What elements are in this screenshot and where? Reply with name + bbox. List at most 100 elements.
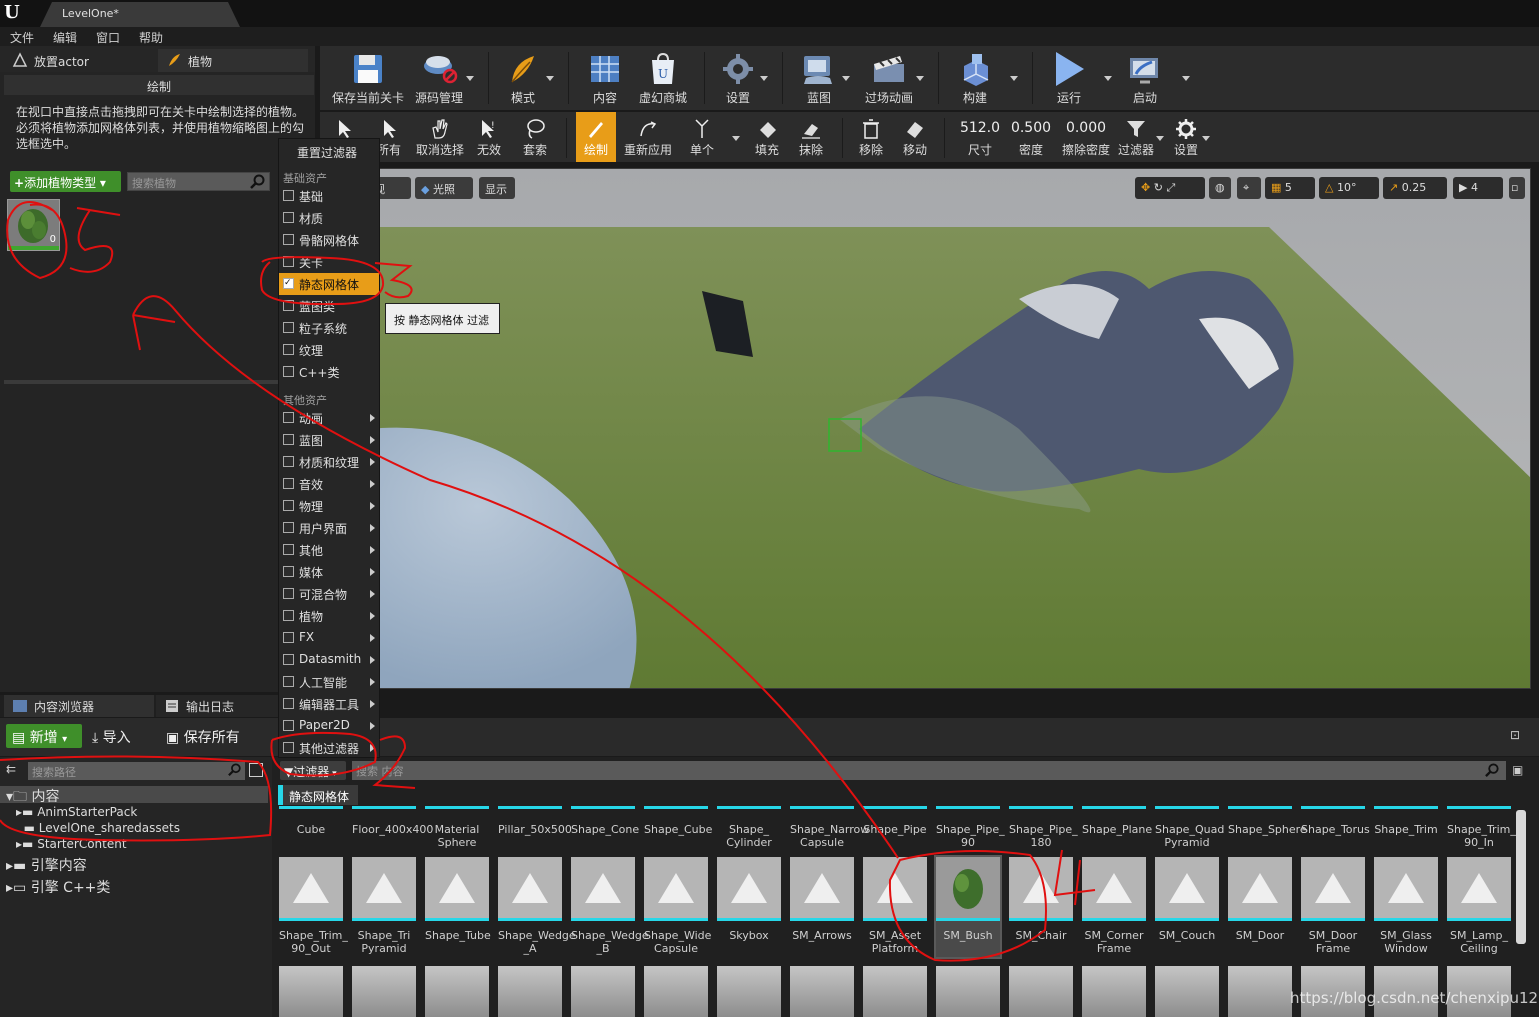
content-search-input[interactable]: 搜索 内容 xyxy=(352,761,1506,780)
filter-item-other[interactable]: 音效 xyxy=(279,473,379,495)
modes-dropdown-icon[interactable] xyxy=(546,76,554,81)
deselect-button[interactable]: 取消选择 xyxy=(414,112,466,162)
checkbox-icon[interactable] xyxy=(283,190,294,201)
checkbox-icon[interactable] xyxy=(283,610,294,621)
filter-item-basic[interactable]: 纹理 xyxy=(279,339,379,361)
filter-item-other[interactable]: FX xyxy=(279,627,379,649)
checkbox-icon[interactable] xyxy=(283,654,294,665)
checkbox-icon[interactable] xyxy=(283,322,294,333)
show-button[interactable]: 显示 xyxy=(479,177,515,199)
world-local-button[interactable]: ◍ xyxy=(1209,177,1231,199)
asset-tile[interactable]: Shape_Trim_ 90_Out xyxy=(279,857,348,957)
asset-tile[interactable]: Shape_Wedge _A xyxy=(498,857,576,957)
filter-item-other[interactable]: 可混合物 xyxy=(279,583,379,605)
asset-tile[interactable]: SM_Couch xyxy=(1155,857,1219,957)
menu-edit[interactable]: 编辑 xyxy=(53,27,88,46)
asset-thumbnail[interactable] xyxy=(1082,966,1146,1017)
filter-item-other[interactable]: 媒体 xyxy=(279,561,379,583)
import-button[interactable]: ⤓ 导入 xyxy=(92,727,131,747)
filter-item-other[interactable]: 其他过滤器 xyxy=(279,737,379,759)
move-button[interactable]: 移动 xyxy=(898,112,932,162)
tree-item-engine-cpp[interactable]: ▸▭ 引擎 C++类 xyxy=(0,877,110,896)
asset-thumbnail[interactable] xyxy=(936,966,1000,1017)
asset-thumbnail[interactable] xyxy=(498,966,562,1017)
filter-item-other[interactable]: 蓝图 xyxy=(279,429,379,451)
asset-tile[interactable]: Shape_Trim_ 90_In xyxy=(1447,806,1516,849)
add-collection-icon[interactable] xyxy=(249,763,263,777)
single-dropdown-icon[interactable] xyxy=(732,136,740,141)
asset-tile[interactable]: SM_Corner Frame xyxy=(1082,857,1146,957)
lit-button[interactable]: ◆ 光照 xyxy=(415,177,473,199)
tree-item-startercontent[interactable]: ▸▬ StarterContent xyxy=(0,837,127,853)
asset-tile[interactable]: Shape_Pipe xyxy=(863,806,927,836)
asset-tile[interactable]: Shape_Wide Capsule xyxy=(644,857,711,957)
tab-place-actor[interactable]: 放置actor xyxy=(4,49,154,72)
asset-thumbnail[interactable] xyxy=(1228,966,1292,1017)
filter-item-basic[interactable]: 粒子系统 xyxy=(279,317,379,339)
asset-tile[interactable]: Shape_ Cylinder xyxy=(717,806,781,849)
foliage-search-input[interactable]: 搜索植物 xyxy=(127,172,270,191)
asset-tile[interactable]: Shape_Pipe_ 180 xyxy=(1009,806,1078,849)
asset-thumbnail[interactable] xyxy=(717,966,781,1017)
settings-button[interactable]: 设置 xyxy=(714,46,762,110)
asset-tile[interactable]: Material Sphere xyxy=(425,806,489,849)
source-control-button[interactable]: 源码管理 xyxy=(410,46,468,110)
menu-window[interactable]: 窗口 xyxy=(96,27,131,46)
asset-tile[interactable]: Shape_Plane xyxy=(1082,806,1152,836)
build-button[interactable]: 构建 xyxy=(948,46,1002,110)
asset-thumbnail[interactable] xyxy=(644,966,708,1017)
filter-dropdown-icon[interactable] xyxy=(1156,136,1164,141)
settings-dropdown-icon[interactable] xyxy=(1202,136,1210,141)
asset-thumbnail[interactable] xyxy=(279,966,343,1017)
checkbox-icon[interactable] xyxy=(283,412,294,423)
paint-tool-button[interactable]: 绘制 xyxy=(576,112,616,162)
filter-item-basic[interactable]: 关卡 xyxy=(279,251,379,273)
blueprints-dropdown-icon[interactable] xyxy=(842,76,850,81)
checkbox-icon[interactable] xyxy=(283,588,294,599)
checkbox-icon[interactable] xyxy=(283,478,294,489)
play-button[interactable]: 运行 xyxy=(1042,46,1096,110)
filter-item-other[interactable]: 动画 xyxy=(279,407,379,429)
checkbox-icon[interactable] xyxy=(283,676,294,687)
source-control-dropdown-icon[interactable] xyxy=(466,76,474,81)
filter-item-other[interactable]: 物理 xyxy=(279,495,379,517)
scale-snap[interactable]: ↗ 0.25 xyxy=(1383,177,1447,199)
filter-item-other[interactable]: Paper2D xyxy=(279,715,379,737)
asset-tile[interactable]: Shape_Narrow Capsule xyxy=(790,806,869,849)
asset-tile[interactable]: Shape_Tri Pyramid xyxy=(352,857,416,957)
asset-tile[interactable]: SM_Door xyxy=(1228,857,1292,957)
asset-thumbnail[interactable] xyxy=(790,966,854,1017)
asset-thumbnail[interactable] xyxy=(863,966,927,1017)
checkbox-icon[interactable] xyxy=(283,256,294,267)
asset-thumbnail[interactable] xyxy=(352,966,416,1017)
add-foliage-type-button[interactable]: +添加植物类型 ▾ xyxy=(10,171,121,192)
filter-item-other[interactable]: 编辑器工具 xyxy=(279,693,379,715)
checkbox-icon[interactable] xyxy=(283,234,294,245)
asset-tile[interactable]: SM_Bush xyxy=(934,855,1002,959)
filter-item-other[interactable]: 植物 xyxy=(279,605,379,627)
filter-item-basic[interactable]: ✓ 静态网格体 xyxy=(279,273,379,295)
checkbox-icon[interactable] xyxy=(283,212,294,223)
reapply-button[interactable]: 重新应用 xyxy=(620,112,676,162)
tool-settings-button[interactable]: 设置 xyxy=(1168,112,1204,162)
tab-content-browser[interactable]: 内容浏览器 xyxy=(4,695,154,717)
filter-item-other[interactable]: 其他 xyxy=(279,539,379,561)
level-tab[interactable]: LevelOne* xyxy=(40,2,240,27)
reset-filters-item[interactable]: 重置过滤器 xyxy=(279,141,379,163)
checkbox-icon[interactable] xyxy=(283,344,294,355)
asset-tile[interactable]: Shape_Pipe_ 90 xyxy=(936,806,1005,849)
launch-dropdown-icon[interactable] xyxy=(1182,76,1190,81)
tree-item-engine-content[interactable]: ▸▬ 引擎内容 xyxy=(0,855,87,874)
checkbox-icon[interactable] xyxy=(283,456,294,467)
single-button[interactable]: 单个 xyxy=(684,112,720,162)
save-level-button[interactable]: 保存当前关卡 xyxy=(326,46,410,110)
menu-file[interactable]: 文件 xyxy=(10,27,45,46)
path-search-input[interactable]: 搜索路径 xyxy=(28,762,245,780)
rotation-snap[interactable]: △ 10° xyxy=(1319,177,1379,199)
asset-tile[interactable]: SM_Chair xyxy=(1009,857,1073,957)
blueprints-button[interactable]: 蓝图 xyxy=(792,46,846,110)
modes-button[interactable]: 模式 xyxy=(498,46,548,110)
camera-speed[interactable]: ▶ 4 xyxy=(1453,177,1503,199)
asset-tile[interactable]: SM_Lamp_ Ceiling xyxy=(1447,857,1511,957)
filter-item-basic[interactable]: C++类 xyxy=(279,361,379,383)
